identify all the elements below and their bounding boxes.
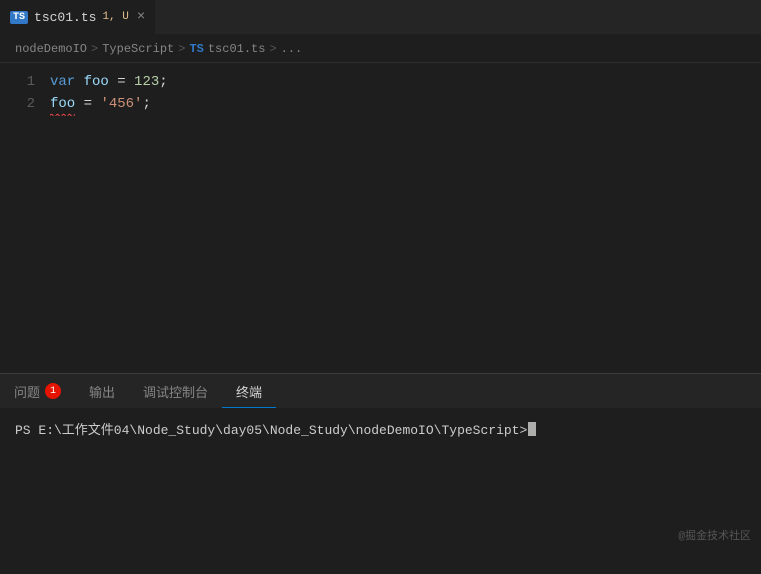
terminal-prompt: PS E:\工作文件04\Node_Study\day05\Node_Study… — [15, 419, 746, 438]
breadcrumb-part-3-ts: TS — [189, 42, 203, 56]
breadcrumb: nodeDemoIO > TypeScript > TS tsc01.ts > … — [0, 35, 761, 63]
breadcrumb-part-3[interactable]: tsc01.ts — [208, 42, 266, 56]
ts-icon: TS — [10, 11, 28, 24]
code-line-2: foo = '456'; — [50, 93, 761, 115]
tab-bar: TS tsc01.ts 1, U × — [0, 0, 761, 35]
editor-area: 1 2 var foo = 123; foo = '456'; — [0, 63, 761, 373]
token-foo-2-error: foo — [50, 93, 75, 115]
token-eq-1: = — [109, 71, 134, 93]
breadcrumb-part-4[interactable]: ... — [281, 42, 303, 56]
panel-tab-output[interactable]: 输出 — [75, 374, 129, 408]
code-line-1: var foo = 123; — [50, 71, 761, 93]
breadcrumb-sep-1: > — [91, 42, 98, 56]
tab-filename: tsc01.ts — [34, 10, 96, 25]
terminal-area[interactable]: PS E:\工作文件04\Node_Study\day05\Node_Study… — [0, 409, 761, 574]
panel-tab-problems-badge: 1 — [45, 383, 61, 399]
tab-modified: 1, U — [102, 11, 128, 23]
panel-tab-terminal-label: 终端 — [236, 382, 262, 401]
panel-tab-problems-label: 问题 — [14, 382, 40, 401]
terminal-cursor — [528, 422, 536, 436]
panel-tab-terminal[interactable]: 终端 — [222, 374, 276, 408]
panel-tab-problems[interactable]: 问题 1 — [0, 374, 75, 408]
line-numbers: 1 2 — [0, 71, 45, 365]
breadcrumb-part-1[interactable]: nodeDemoIO — [15, 42, 87, 56]
token-foo-1: foo — [84, 71, 109, 93]
line-number-1: 1 — [0, 71, 35, 93]
footer-watermark: @掘金技术社区 — [668, 525, 761, 545]
token-semi-2: ; — [142, 93, 150, 115]
breadcrumb-sep-2: > — [178, 42, 185, 56]
panel-tab-output-label: 输出 — [89, 382, 115, 401]
panel-tab-debug-label: 调试控制台 — [143, 382, 208, 401]
panel-tab-debug[interactable]: 调试控制台 — [129, 374, 222, 408]
panel-tabs: 问题 1 输出 调试控制台 终端 — [0, 374, 761, 409]
code-area[interactable]: var foo = 123; foo = '456'; — [45, 71, 761, 365]
editor-tab[interactable]: TS tsc01.ts 1, U × — [0, 0, 156, 34]
breadcrumb-part-2[interactable]: TypeScript — [102, 42, 174, 56]
token-semi-1: ; — [159, 71, 167, 93]
token-var: var — [50, 71, 84, 93]
tab-close-button[interactable]: × — [137, 9, 145, 25]
token-123: 123 — [134, 71, 159, 93]
terminal-prompt-text: PS E:\工作文件04\Node_Study\day05\Node_Study… — [15, 419, 527, 438]
line-number-2: 2 — [0, 93, 35, 115]
token-eq-2: = — [75, 93, 100, 115]
token-456: '456' — [100, 93, 142, 115]
breadcrumb-sep-3: > — [269, 42, 276, 56]
